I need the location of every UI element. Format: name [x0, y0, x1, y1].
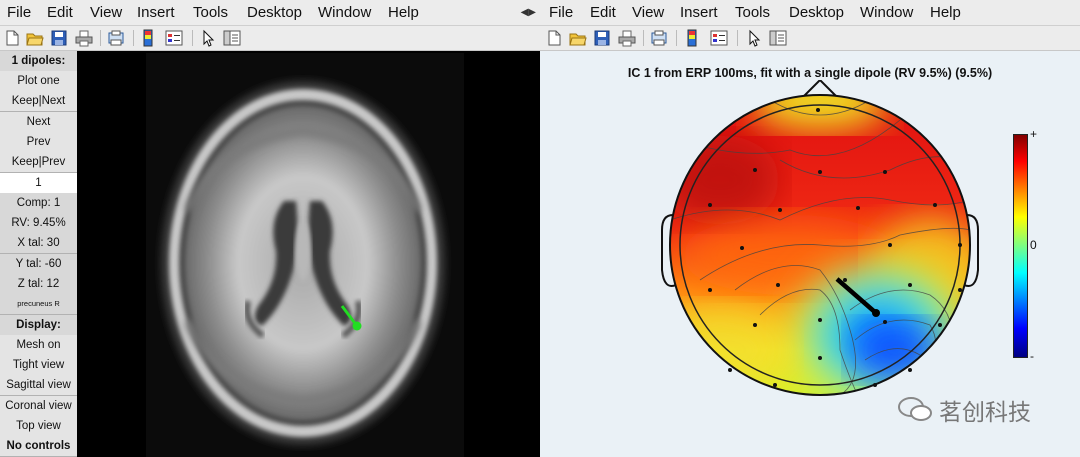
property-editor-icon[interactable]: [769, 29, 787, 47]
dipole-projection-marker: [872, 309, 880, 317]
menu-edit[interactable]: Edit: [590, 4, 616, 21]
dipole-index-input[interactable]: 1: [0, 173, 77, 194]
menu-view[interactable]: View: [632, 4, 664, 21]
menu-window[interactable]: Window: [860, 4, 913, 21]
colorbar: [1013, 134, 1028, 358]
plot-one-button[interactable]: Plot one: [0, 71, 77, 92]
select-pointer-icon[interactable]: [200, 29, 218, 47]
menu-insert[interactable]: Insert: [137, 4, 175, 21]
print-icon[interactable]: [618, 29, 636, 47]
insert-legend-icon[interactable]: [710, 29, 728, 47]
toolbar-right: [540, 26, 1080, 51]
menu-edit[interactable]: Edit: [47, 4, 73, 21]
open-file-icon[interactable]: [569, 29, 587, 47]
menu-bar-right: File Edit View Insert Tools Desktop Wind…: [540, 0, 1080, 26]
z-tal-label: Z tal: 12: [0, 274, 77, 295]
print-icon[interactable]: [75, 29, 93, 47]
print-preview-icon[interactable]: [650, 29, 668, 47]
menu-file[interactable]: File: [549, 4, 573, 21]
comp-label: Comp: 1: [0, 193, 77, 214]
menu-desktop[interactable]: Desktop: [247, 4, 302, 21]
coronal-view-button[interactable]: Coronal view: [0, 396, 77, 417]
next-button[interactable]: Next: [0, 112, 77, 133]
insert-legend-icon[interactable]: [165, 29, 183, 47]
x-tal-label: X tal: 30: [0, 233, 77, 254]
figure-title: IC 1 from ERP 100ms, fit with a single d…: [627, 66, 993, 80]
menu-bar-left: File Edit View Insert Tools Desktop Wind…: [0, 0, 540, 26]
menu-help[interactable]: Help: [388, 4, 419, 21]
mri-axial-slice-view[interactable]: [78, 51, 540, 457]
region-label: precuneus R: [0, 294, 77, 315]
menu-tools[interactable]: Tools: [735, 4, 770, 21]
wechat-logo-icon: [898, 397, 932, 421]
rv-label: RV: 9.45%: [0, 213, 77, 234]
dipole-count-label: 1 dipoles:: [0, 51, 77, 72]
menu-window[interactable]: Window: [318, 4, 371, 21]
property-editor-icon[interactable]: [223, 29, 241, 47]
scalp-topography-map[interactable]: [640, 80, 1000, 400]
colorbar-max-label: +: [1030, 127, 1038, 141]
menu-help[interactable]: Help: [930, 4, 961, 21]
watermark-text: 茗创科技: [939, 400, 1031, 426]
keep-next-button[interactable]: Keep|Next: [0, 91, 77, 112]
top-view-button[interactable]: Top view: [0, 416, 77, 437]
prev-button[interactable]: Prev: [0, 132, 77, 153]
colorbar-min-label: -: [1030, 349, 1034, 363]
no-controls-button[interactable]: No controls: [0, 436, 77, 457]
insert-colorbar-icon[interactable]: [141, 29, 159, 47]
colorbar-zero-label: 0: [1030, 238, 1037, 252]
save-icon[interactable]: [593, 29, 611, 47]
menu-tools[interactable]: Tools: [193, 4, 228, 21]
menu-insert[interactable]: Insert: [680, 4, 718, 21]
dipole-control-panel: 1 dipoles: Plot one Keep|Next Next Prev …: [0, 51, 77, 457]
y-tal-label: Y tal: -60: [0, 254, 77, 275]
mesh-on-button[interactable]: Mesh on: [0, 335, 77, 356]
display-label: Display:: [0, 315, 77, 336]
insert-colorbar-icon[interactable]: [685, 29, 703, 47]
mri-slice-image: [146, 53, 464, 457]
new-figure-icon[interactable]: [4, 29, 22, 47]
open-file-icon[interactable]: [26, 29, 44, 47]
toolbar-left: [0, 26, 540, 51]
menu-overflow-icon[interactable]: ◀▶: [521, 7, 536, 18]
keep-prev-button[interactable]: Keep|Prev: [0, 152, 77, 173]
dipfit-window: File Edit View Insert Tools Desktop Wind…: [0, 0, 540, 457]
print-preview-icon[interactable]: [107, 29, 125, 47]
save-icon[interactable]: [50, 29, 68, 47]
menu-desktop[interactable]: Desktop: [789, 4, 844, 21]
menu-file[interactable]: File: [7, 4, 31, 21]
tight-view-button[interactable]: Tight view: [0, 355, 77, 376]
select-pointer-icon[interactable]: [746, 29, 764, 47]
new-figure-icon[interactable]: [546, 29, 564, 47]
menu-view[interactable]: View: [90, 4, 122, 21]
sagittal-view-button[interactable]: Sagittal view: [0, 375, 77, 396]
dipole-location-marker: [352, 321, 362, 331]
